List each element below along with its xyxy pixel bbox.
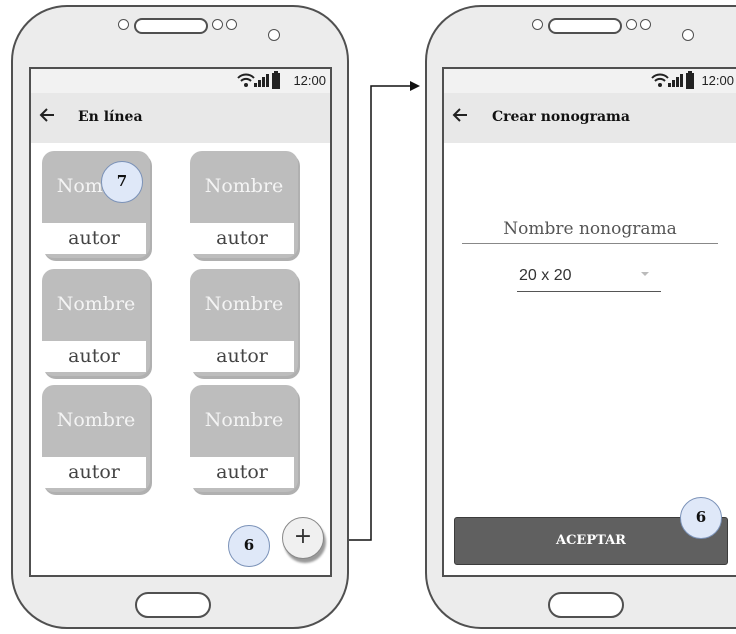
add-nonogram-fab[interactable]: + xyxy=(282,517,324,559)
screen-en-linea: 12:00 En línea Nombre autor Nombre autor… xyxy=(29,67,332,577)
nonogram-card[interactable]: Nombre autor xyxy=(190,385,298,492)
page-title: En línea xyxy=(78,109,143,125)
app-bar: Crear nonograma xyxy=(444,93,736,143)
battery-icon xyxy=(272,71,280,89)
speaker-grille xyxy=(134,18,208,34)
status-time: 12:00 xyxy=(293,73,326,88)
nonogram-card[interactable]: Nombre autor xyxy=(42,269,150,376)
annotation-badge: 6 xyxy=(228,525,270,567)
annotation-badge: 7 xyxy=(101,161,143,203)
speaker-grille xyxy=(548,18,622,34)
card-name: Nombre xyxy=(204,175,284,197)
nonogram-card[interactable]: Nombre autor xyxy=(42,385,150,492)
front-camera xyxy=(268,29,280,41)
card-name: Nombre xyxy=(56,293,136,315)
sensor-dot xyxy=(640,19,651,30)
card-author: autor xyxy=(42,341,146,372)
sensor-dot xyxy=(212,19,223,30)
size-value: 20 x 20 xyxy=(519,267,572,284)
card-name: Nombre xyxy=(56,409,136,431)
sensor-dot xyxy=(226,19,237,30)
card-name: Nombre xyxy=(204,293,284,315)
front-camera xyxy=(682,29,694,41)
page-title: Crear nonograma xyxy=(492,109,630,125)
sensor-dot xyxy=(626,19,637,30)
camera-dot xyxy=(118,19,129,30)
status-bar: 12:00 xyxy=(31,69,330,93)
screen-crear-nonograma: 12:00 Crear nonograma Nombre nonograma 2… xyxy=(442,67,736,577)
size-dropdown[interactable]: 20 x 20 xyxy=(517,259,661,292)
dropdown-caret-icon xyxy=(641,272,649,276)
signal-icon xyxy=(254,74,269,87)
status-time: 12:00 xyxy=(701,73,734,88)
nonogram-card[interactable]: Nombre autor xyxy=(190,269,298,376)
signal-icon xyxy=(668,74,683,87)
camera-dot xyxy=(532,19,543,30)
home-button[interactable] xyxy=(135,592,211,618)
back-arrow-icon[interactable] xyxy=(452,108,468,122)
name-placeholder: Nombre nonograma xyxy=(503,219,677,239)
home-button[interactable] xyxy=(548,592,624,618)
phone-right: 12:00 Crear nonograma Nombre nonograma 2… xyxy=(425,5,736,629)
card-author: autor xyxy=(42,457,146,488)
card-author: autor xyxy=(42,223,146,254)
card-author: autor xyxy=(190,457,294,488)
annotation-badge: 6 xyxy=(680,497,722,539)
card-name: Nombre xyxy=(204,409,284,431)
card-author: autor xyxy=(190,223,294,254)
battery-icon xyxy=(686,71,694,89)
nonogram-name-input[interactable]: Nombre nonograma xyxy=(462,211,718,244)
nonogram-card[interactable]: Nombre autor xyxy=(190,151,298,258)
phone-left: 12:00 En línea Nombre autor Nombre autor… xyxy=(11,5,349,629)
back-arrow-icon[interactable] xyxy=(39,108,55,122)
app-bar: En línea xyxy=(31,93,330,143)
status-bar: 12:00 xyxy=(444,69,736,93)
card-author: autor xyxy=(190,341,294,372)
